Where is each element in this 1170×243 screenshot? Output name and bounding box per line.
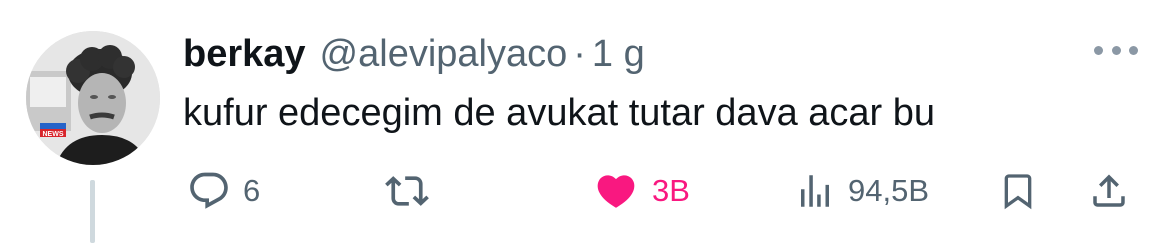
reply-button[interactable]: 6 (187, 168, 260, 214)
tweet-text: kufur edecegim de avukat tutar dava acar… (183, 92, 936, 134)
share-button[interactable] (1088, 168, 1130, 214)
display-name[interactable]: berkay (183, 26, 306, 82)
views-count: 94,5B (848, 173, 930, 208)
tweet[interactable]: NEWS berkay @alevipalyaco · 1 g kufur ed… (0, 0, 1170, 243)
retweet-button[interactable] (384, 168, 442, 214)
bookmark-button[interactable] (998, 168, 1038, 214)
like-count: 3B (652, 173, 690, 208)
svg-text:NEWS: NEWS (43, 131, 64, 138)
heart-icon (592, 169, 640, 213)
avatar[interactable]: NEWS (26, 31, 160, 165)
views-icon (794, 169, 836, 213)
avatar-badge: NEWS (40, 123, 66, 138)
bookmark-icon (998, 169, 1038, 213)
reply-icon (187, 169, 231, 213)
separator-dot: · (573, 33, 586, 75)
user-handle[interactable]: @alevipalyaco (320, 26, 568, 82)
retweet-icon (384, 169, 430, 213)
tweet-header: berkay @alevipalyaco · 1 g (183, 26, 645, 82)
like-button[interactable]: 3B (592, 168, 690, 214)
more-icon[interactable] (1094, 42, 1138, 58)
tweet-time[interactable]: 1 g (592, 26, 645, 82)
thread-line (90, 180, 95, 243)
share-icon (1088, 169, 1130, 213)
views-button[interactable]: 94,5B (794, 168, 929, 214)
reply-count: 6 (243, 173, 261, 208)
